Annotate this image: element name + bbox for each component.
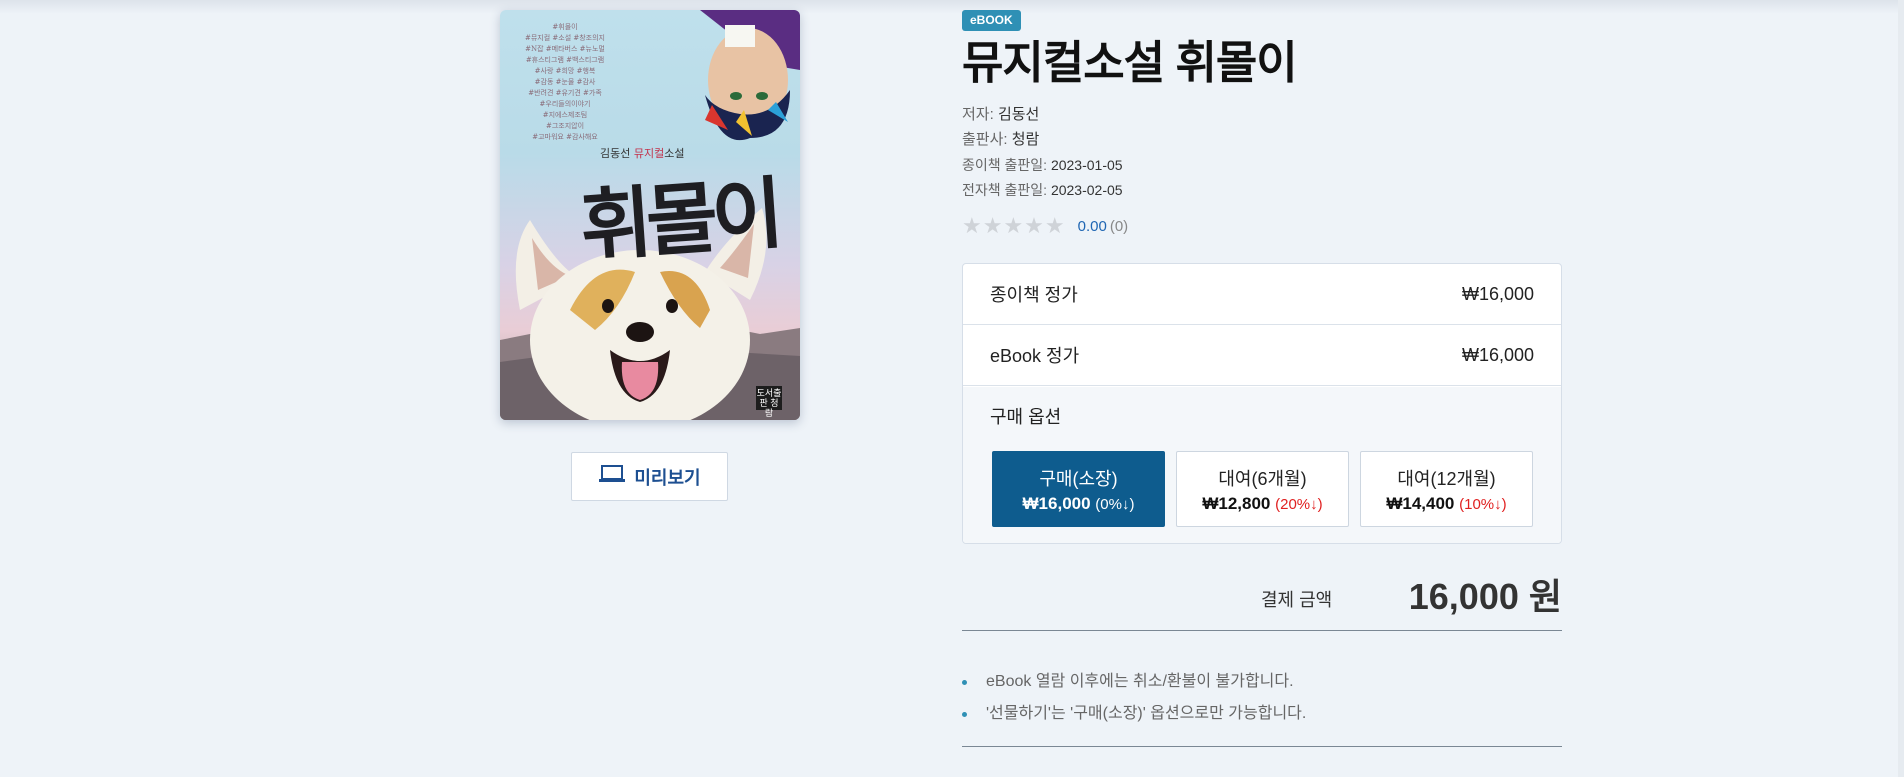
option-rent-6m-name: 대여(6개월) [1218, 469, 1307, 489]
ebook-price-label: eBook 정가 [990, 346, 1080, 366]
divider [962, 630, 1562, 631]
cover-hashtag: #고마워요 #감사해요 [532, 133, 598, 141]
notice-item: eBook 열람 이후에는 취소/환불이 불가합니다. [962, 666, 1306, 698]
option-purchase-discount: (0%↓) [1095, 496, 1135, 513]
preview-label: 미리보기 [634, 467, 701, 488]
cover-author: 김동선 [600, 147, 631, 160]
meta-publisher-value[interactable]: 청람 [1012, 131, 1040, 148]
option-rent-12m[interactable]: 대여(12개월) ₩14,400 (10%↓) [1360, 451, 1533, 527]
meta-publisher: 출판사: 청람 [962, 128, 1039, 149]
paper-price-value: ₩16,000 [1461, 283, 1534, 304]
meta-publisher-key: 출판사: [962, 131, 1008, 148]
cover-title: 휘몰이 [577, 168, 781, 273]
option-purchase-price: ₩16,000 [1022, 494, 1091, 513]
meta-ebook-date-key: 전자책 출판일: [962, 182, 1048, 198]
cover-hashtag: #N잡 #메타버스 #뉴노멀 [525, 45, 605, 53]
notice-item: '선물하기'는 '구매(소장)' 옵션으로만 가능합니다. [962, 698, 1306, 730]
scrollbar-track[interactable] [1898, 0, 1904, 777]
rating-score: 0.00 [1077, 217, 1107, 235]
purchase-options: 구매 옵션 구매(소장) ₩16,000 (0%↓) 대여(6개월) ₩12,8… [963, 387, 1561, 543]
cover-hashtag: #감동 #눈물 #감사 [534, 78, 596, 86]
cover-hashtag: #사랑 #희망 #행복 [534, 67, 596, 75]
option-rent-6m-discount: (20%↓) [1275, 496, 1323, 513]
purchase-options-label: 구매 옵션 [990, 407, 1062, 427]
total-value: 16,000 원 [1408, 576, 1562, 617]
option-purchase-name: 구매(소장) [1039, 469, 1118, 489]
rating: ★★★★★ 0.00 (0) [962, 214, 1128, 238]
paper-price-label: 종이책 정가 [990, 285, 1078, 305]
notice-list: eBook 열람 이후에는 취소/환불이 불가합니다. '선물하기'는 '구매(… [962, 666, 1306, 730]
book-cover-image: #휘몰이 #뮤지컬 #소설 #창조의지 #N잡 #메타버스 #뉴노멀 #휴스티그램 #… [500, 10, 800, 420]
paper-price-row: 종이책 정가 ₩16,000 [963, 264, 1561, 325]
option-rent-6m-price: ₩12,800 [1202, 494, 1271, 513]
cover-genre-highlight: 뮤지컬 [633, 147, 665, 160]
option-rent-12m-name: 대여(12개월) [1397, 469, 1496, 489]
cover-hashtag: #휴스티그램 #백스티그램 [525, 56, 605, 64]
book-title: 뮤지컬소설 휘몰이 [962, 37, 1298, 88]
cover-hashtag: #뮤지컬 #소설 #창조의지 [524, 34, 605, 42]
top-shadow [0, 0, 1904, 14]
rating-count: (0) [1109, 217, 1129, 235]
meta-paper-date: 종이책 출판일: 2023-01-05 [962, 155, 1123, 175]
option-rent-12m-price: ₩14,400 [1386, 494, 1455, 513]
total-label: 결제 금액 [1261, 590, 1333, 610]
cover-hashtag: #휘몰이 [552, 23, 578, 31]
cover-hashtag: #그조지압이 [545, 122, 585, 130]
meta-ebook-date: 전자책 출판일: 2023-02-05 [962, 180, 1123, 200]
meta-paper-date-value: 2023-01-05 [1050, 157, 1123, 173]
preview-button[interactable]: 미리보기 [571, 452, 728, 501]
meta-author-value[interactable]: 김동선 [998, 106, 1039, 123]
divider [962, 746, 1562, 747]
ebook-price-row: eBook 정가 ₩16,000 [963, 325, 1561, 386]
laptop-icon [598, 464, 626, 489]
publisher-logo: 도서출판 청람 [756, 386, 782, 418]
meta-ebook-date-value: 2023-02-05 [1050, 182, 1123, 198]
rating-stars: ★★★★★ [962, 213, 1066, 238]
option-rent-12m-discount: (10%↓) [1459, 496, 1507, 513]
meta-author-key: 저자: [962, 106, 994, 123]
meta-author: 저자: 김동선 [962, 103, 1039, 124]
option-purchase[interactable]: 구매(소장) ₩16,000 (0%↓) [992, 451, 1165, 527]
cover-hashtag: #지에스제조팀 [542, 111, 588, 119]
ebook-badge: eBOOK [962, 10, 1021, 31]
price-panel: 종이책 정가 ₩16,000 eBook 정가 ₩16,000 구매 옵션 구매… [962, 263, 1562, 544]
ebook-price-value: ₩16,000 [1461, 344, 1534, 365]
meta-paper-date-key: 종이책 출판일: [962, 157, 1048, 173]
cover-hashtags: #휘몰이 #뮤지컬 #소설 #창조의지 #N잡 #메타버스 #뉴노멀 #휴스티그램 #… [500, 22, 630, 143]
option-rent-6m[interactable]: 대여(6개월) ₩12,800 (20%↓) [1176, 451, 1349, 527]
cover-hashtag: #우리들의이야기 [539, 100, 591, 108]
cover-hashtag: #반려견 #유기견 #가족 [528, 89, 602, 97]
